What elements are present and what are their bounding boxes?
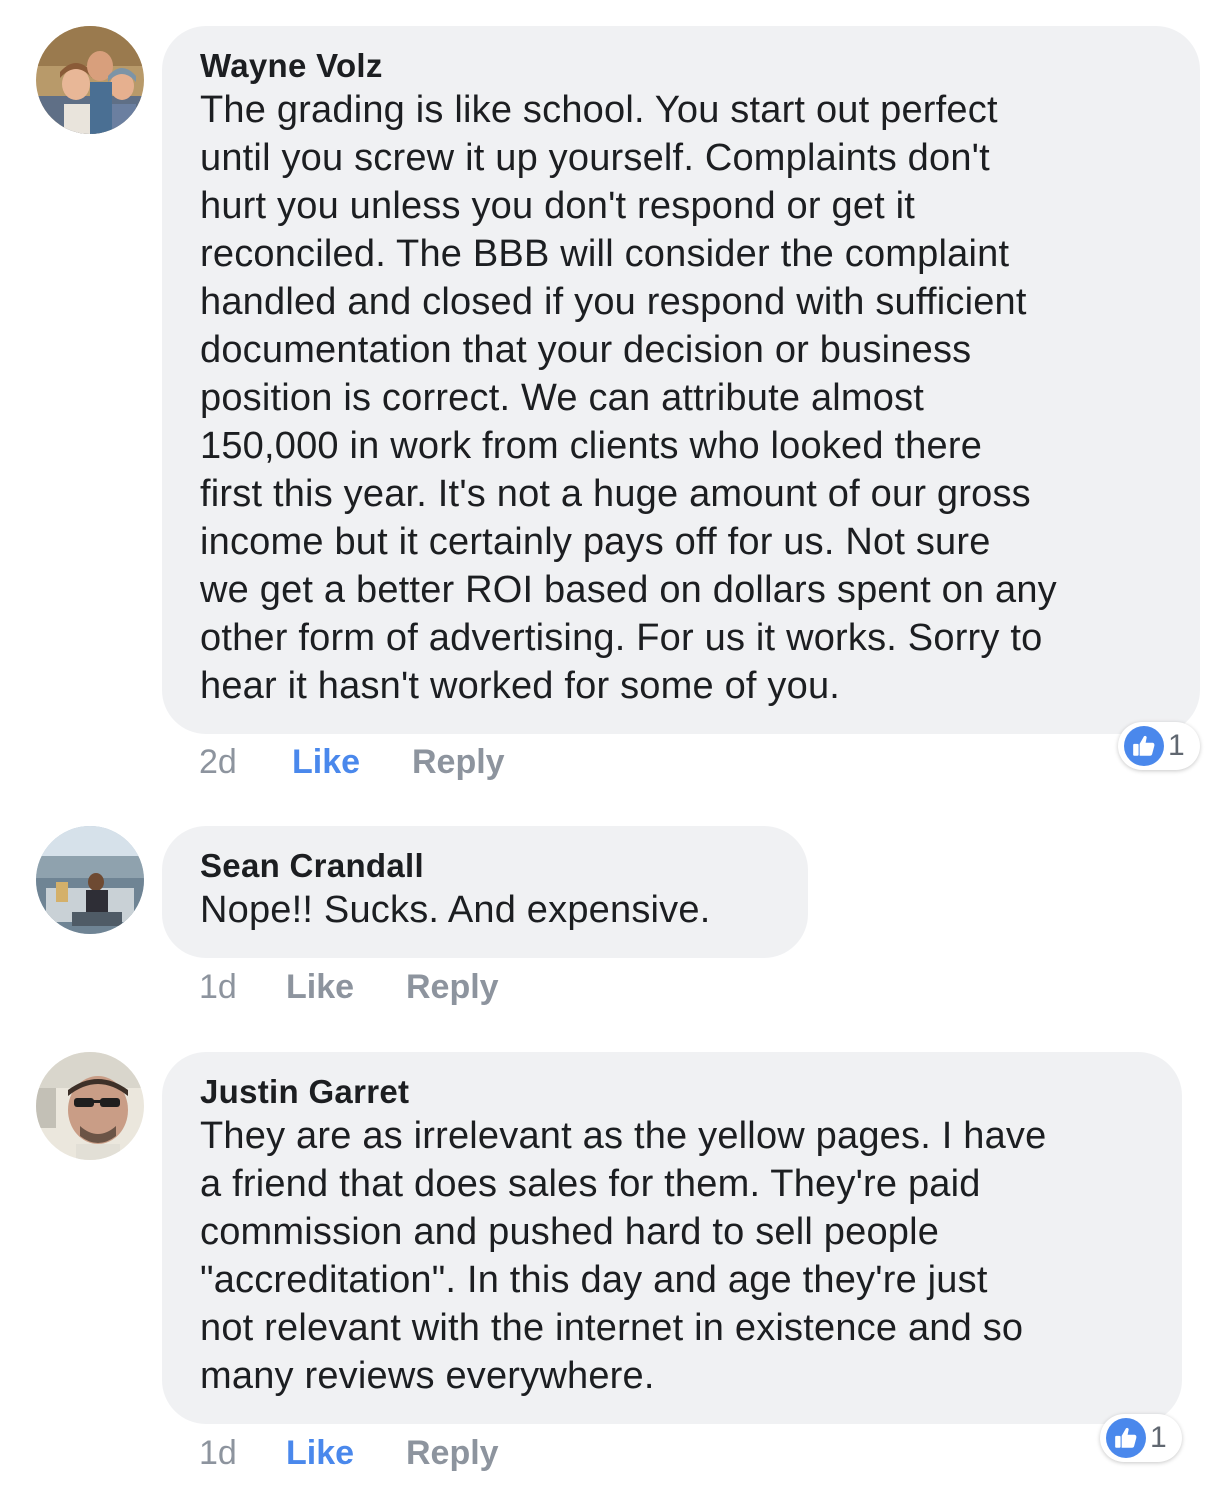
comment-timestamp[interactable]: 2d: [199, 742, 237, 782]
avatar[interactable]: [36, 26, 144, 134]
avatar[interactable]: [36, 826, 144, 934]
comment-line: 150,000 in work from clients who looked …: [200, 425, 983, 467]
comment-line: commission and pushed hard to sell peopl…: [200, 1211, 940, 1253]
comment-timestamp[interactable]: 1d: [199, 967, 237, 1007]
author-name[interactable]: Wayne Volz: [200, 46, 1170, 86]
reply-button[interactable]: Reply: [406, 1433, 499, 1473]
comment-timestamp[interactable]: 1d: [199, 1433, 237, 1473]
reaction-count-badge[interactable]: 1: [1100, 1414, 1182, 1462]
avatar[interactable]: [36, 1052, 144, 1160]
comment-text: They are as irrelevant as the yellow pag…: [200, 1112, 1152, 1400]
avatar-photo: [36, 26, 144, 134]
avatar-photo: [36, 826, 144, 934]
thumbs-up-icon: [1106, 1418, 1146, 1458]
comment-line: The grading is like school. You start ou…: [200, 89, 998, 131]
comment-line: documentation that your decision or busi…: [200, 329, 972, 371]
comment-bubble: Sean Crandall Nope!! Sucks. And expensiv…: [162, 826, 808, 958]
reaction-count: 1: [1150, 1421, 1167, 1454]
reaction-count: 1: [1168, 729, 1185, 762]
like-button[interactable]: Like: [286, 967, 354, 1007]
like-button[interactable]: Like: [286, 1433, 354, 1473]
reply-button[interactable]: Reply: [412, 742, 505, 782]
comment-line: until you screw it up yourself. Complain…: [200, 137, 990, 179]
thumbs-up-icon: [1124, 726, 1164, 766]
comment-line: a friend that does sales for them. They'…: [200, 1163, 981, 1205]
comment-text: Nope!! Sucks. And expensive.: [200, 886, 778, 934]
comment-line: income but it certainly pays off for us.…: [200, 521, 991, 563]
comment-line: other form of advertising. For us it wor…: [200, 617, 1043, 659]
comment-text: The grading is like school. You start ou…: [200, 86, 1170, 710]
author-name[interactable]: Justin Garret: [200, 1072, 1152, 1112]
comment-line: Nope!! Sucks. And expensive.: [200, 889, 711, 931]
author-name[interactable]: Sean Crandall: [200, 846, 778, 886]
comment-bubble: Justin Garret They are as irrelevant as …: [162, 1052, 1182, 1424]
comment-line: we get a better ROI based on dollars spe…: [200, 569, 1057, 611]
reply-button[interactable]: Reply: [406, 967, 499, 1007]
like-button[interactable]: Like: [292, 742, 360, 782]
comment-line: They are as irrelevant as the yellow pag…: [200, 1115, 1047, 1157]
comment-line: hear it hasn't worked for some of you.: [200, 665, 841, 707]
comment-line: "accreditation". In this day and age the…: [200, 1259, 988, 1301]
avatar-photo: [36, 1052, 144, 1160]
comment-line: hurt you unless you don't respond or get…: [200, 185, 916, 227]
comment-line: handled and closed if you respond with s…: [200, 281, 1027, 323]
comment-line: first this year. It's not a huge amount …: [200, 473, 1031, 515]
reaction-count-badge[interactable]: 1: [1118, 722, 1200, 770]
comment-line: position is correct. We can attribute al…: [200, 377, 925, 419]
comment-line: reconciled. The BBB will consider the co…: [200, 233, 1010, 275]
comment-bubble: Wayne Volz The grading is like school. Y…: [162, 26, 1200, 734]
comment-line: many reviews everywhere.: [200, 1355, 655, 1397]
comment-line: not relevant with the internet in existe…: [200, 1307, 1024, 1349]
